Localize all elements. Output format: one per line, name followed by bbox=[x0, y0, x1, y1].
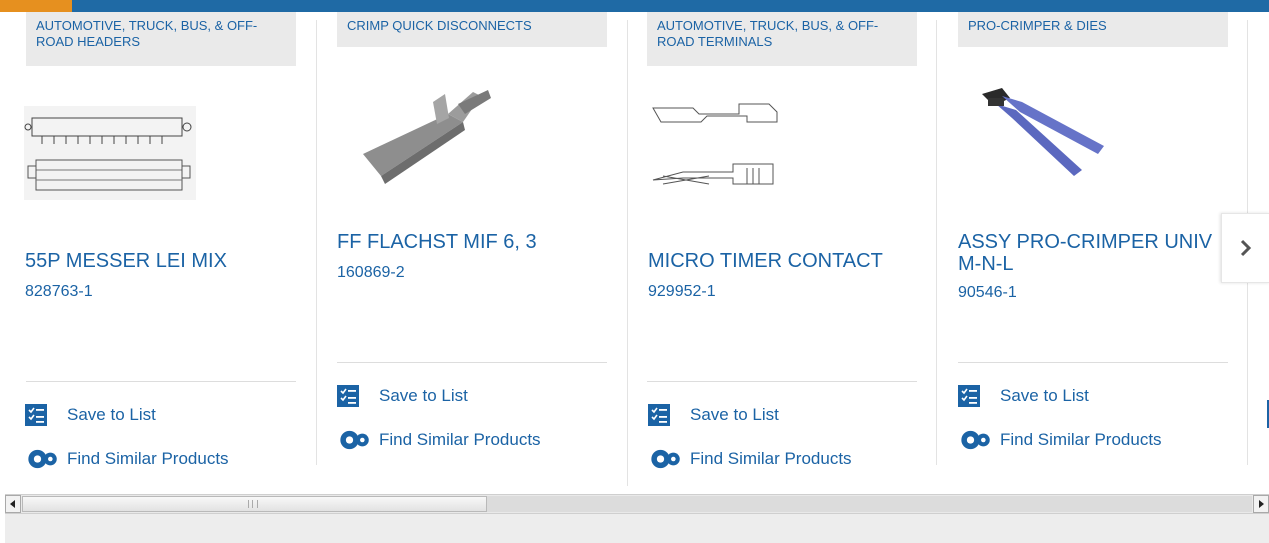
find-similar-label: Find Similar Products bbox=[379, 430, 541, 449]
save-to-list-button[interactable]: Save to List bbox=[648, 404, 779, 426]
product-title[interactable]: ASSY PRO-CRIMPER UNIV M-N-L bbox=[958, 231, 1228, 275]
checklist-icon bbox=[648, 404, 670, 426]
category-label[interactable]: AUTOMOTIVE, TRUCK, BUS, & OFF-ROAD HEADE… bbox=[26, 12, 296, 66]
checklist-icon bbox=[337, 385, 359, 407]
find-similar-button[interactable]: Find Similar Products bbox=[337, 429, 541, 451]
category-label[interactable]: CRIMP QUICK DISCONNECTS bbox=[337, 12, 607, 47]
save-to-list-label: Save to List bbox=[690, 405, 779, 424]
product-title[interactable]: 55P MESSER LEI MIX bbox=[25, 250, 295, 272]
find-similar-label: Find Similar Products bbox=[690, 449, 852, 468]
product-image[interactable] bbox=[353, 84, 503, 194]
scroll-right-button[interactable] bbox=[1253, 495, 1269, 513]
product-card: AUTOMOTIVE, TRUCK, BUS, & OFF-ROAD HEADE… bbox=[0, 0, 310, 490]
find-similar-label: Find Similar Products bbox=[1000, 430, 1162, 449]
gears-icon bbox=[340, 430, 369, 450]
find-similar-button[interactable]: Find Similar Products bbox=[648, 448, 852, 470]
product-title[interactable]: MICRO TIMER CONTACT bbox=[648, 250, 918, 272]
save-to-list-label: Save to List bbox=[379, 386, 468, 405]
category-label[interactable]: PRO-CRIMPER & DIES bbox=[958, 12, 1228, 47]
scrollbar-thumb[interactable] bbox=[22, 496, 487, 512]
save-to-list-button[interactable]: Save to List bbox=[337, 385, 468, 407]
scroll-left-button[interactable] bbox=[5, 495, 21, 513]
checklist-icon bbox=[958, 385, 980, 407]
part-number[interactable]: 160869-2 bbox=[337, 264, 405, 282]
product-title[interactable]: FF FLACHST MIF 6, 3 bbox=[337, 231, 607, 253]
product-image[interactable] bbox=[24, 106, 196, 200]
footer-area bbox=[5, 514, 1269, 543]
product-card: CRIMP QUICK DISCONNECTS FF FLACHST MIF 6… bbox=[311, 0, 621, 490]
save-to-list-label: Save to List bbox=[1000, 386, 1089, 405]
horizontal-scrollbar[interactable] bbox=[5, 494, 1269, 514]
part-number[interactable]: 90546-1 bbox=[958, 284, 1017, 302]
save-to-list-label: Save to List bbox=[67, 405, 156, 424]
gears-icon bbox=[961, 430, 990, 450]
product-carousel: AUTOMOTIVE, TRUCK, BUS, & OFF-ROAD HEADE… bbox=[0, 0, 1269, 490]
chevron-right-icon bbox=[1240, 239, 1252, 257]
gears-icon bbox=[651, 449, 680, 469]
category-label[interactable]: AUTOMOTIVE, TRUCK, BUS, & OFF-ROAD TERMI… bbox=[647, 12, 917, 66]
product-card: AUTOMOTIVE, TRUCK, BUS, & OFF-ROAD TERMI… bbox=[621, 0, 931, 490]
part-number[interactable]: 828763-1 bbox=[25, 283, 93, 301]
product-image[interactable] bbox=[972, 84, 1112, 184]
find-similar-label: Find Similar Products bbox=[67, 449, 229, 468]
carousel-next-button[interactable] bbox=[1221, 213, 1269, 283]
save-to-list-button[interactable]: Save to List bbox=[25, 404, 156, 426]
arrow-right-icon bbox=[1259, 500, 1264, 508]
find-similar-button[interactable]: Find Similar Products bbox=[25, 448, 229, 470]
divider bbox=[647, 381, 917, 382]
product-image[interactable] bbox=[649, 96, 813, 206]
scrollbar-grip bbox=[248, 500, 258, 508]
divider bbox=[337, 362, 607, 363]
gears-icon bbox=[28, 449, 57, 469]
product-card: PRO-CRIMPER & DIES ASSY PRO-CRIMPER UNIV… bbox=[932, 0, 1242, 490]
find-similar-button[interactable]: Find Similar Products bbox=[958, 429, 1162, 451]
save-to-list-button[interactable]: Save to List bbox=[958, 385, 1089, 407]
arrow-left-icon bbox=[10, 500, 15, 508]
scrollbar-track[interactable] bbox=[487, 496, 1252, 512]
divider bbox=[26, 381, 296, 382]
divider bbox=[958, 362, 1228, 363]
checklist-icon bbox=[25, 404, 47, 426]
part-number[interactable]: 929952-1 bbox=[648, 283, 716, 301]
